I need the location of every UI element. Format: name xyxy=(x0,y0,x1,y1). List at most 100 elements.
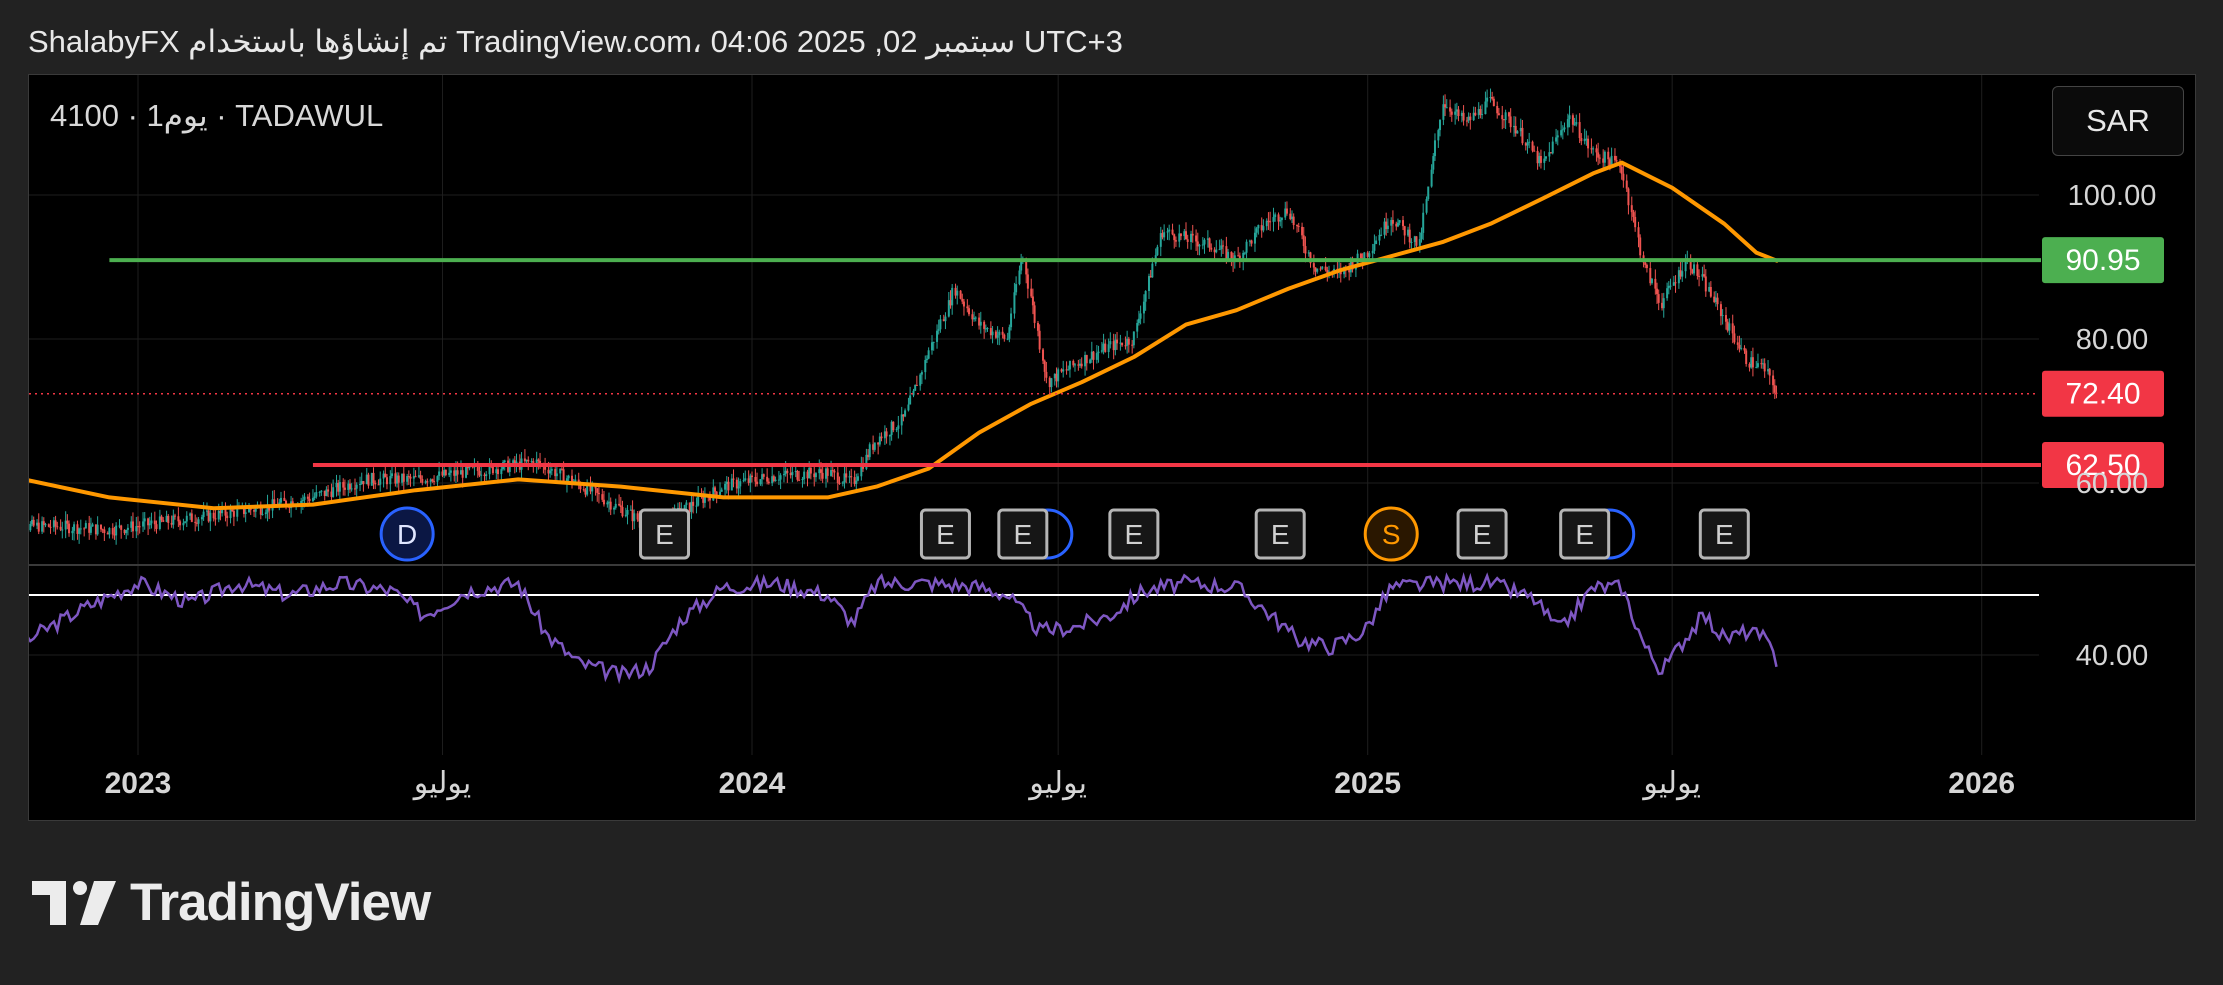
earnings-marker-label: E xyxy=(1715,519,1734,550)
candle xyxy=(1509,108,1512,133)
candle xyxy=(1484,91,1487,115)
candle xyxy=(786,468,789,483)
candle xyxy=(915,375,918,386)
candle xyxy=(209,506,212,532)
candle xyxy=(414,470,417,478)
candle xyxy=(1272,207,1275,232)
candle xyxy=(1269,211,1272,231)
candle xyxy=(814,472,817,482)
candle xyxy=(596,487,599,502)
candle xyxy=(1701,266,1704,281)
candle xyxy=(690,494,693,519)
candle xyxy=(609,497,612,516)
candle xyxy=(1501,105,1504,130)
candle xyxy=(1548,142,1551,162)
candle xyxy=(621,500,624,518)
candle xyxy=(279,491,282,504)
candle xyxy=(1147,273,1150,299)
candle xyxy=(1415,236,1418,249)
candle xyxy=(382,470,385,488)
candle xyxy=(103,526,106,541)
candle xyxy=(782,466,785,483)
x-tick-label: يوليو xyxy=(1641,767,1701,800)
currency-button[interactable]: SAR xyxy=(2052,86,2184,156)
candle xyxy=(125,529,128,540)
candle xyxy=(1237,246,1240,257)
candle xyxy=(409,473,412,487)
candle xyxy=(986,327,989,332)
candle xyxy=(1745,348,1748,367)
earnings-marker-label: E xyxy=(936,519,955,550)
candle xyxy=(108,527,111,539)
candle xyxy=(311,489,314,503)
price-chart-svg: 90.9562.5072.40100.0080.0060.00D E E E E E S E E… xyxy=(29,75,2195,800)
candle xyxy=(332,479,335,498)
candle xyxy=(131,512,134,539)
chart-area[interactable]: 90.95 62.50 72.40 100.00 80.00 60.00 D E E E E E S E E… xyxy=(28,74,2196,821)
candle xyxy=(49,519,52,534)
candle xyxy=(1751,347,1754,377)
candle xyxy=(1768,368,1771,385)
candle xyxy=(836,464,839,491)
candle xyxy=(1080,357,1083,369)
candle xyxy=(1203,238,1206,254)
candle xyxy=(930,335,933,355)
candle xyxy=(1514,116,1517,137)
candle xyxy=(224,502,227,522)
candle xyxy=(1543,151,1546,171)
candle xyxy=(1763,358,1766,378)
candle xyxy=(1213,247,1216,259)
candle xyxy=(355,482,358,499)
candle xyxy=(1068,360,1071,378)
candle xyxy=(1521,119,1524,146)
earnings-marker-label: E xyxy=(655,519,674,550)
candle xyxy=(1092,350,1095,370)
candle xyxy=(821,465,824,483)
x-tick-label: يوليو xyxy=(1027,767,1087,800)
candle xyxy=(1425,196,1428,215)
candle xyxy=(1719,301,1722,326)
candle xyxy=(1198,243,1201,256)
candle xyxy=(1030,278,1033,298)
candle xyxy=(618,494,621,507)
candle xyxy=(99,524,102,533)
candle xyxy=(1630,196,1633,221)
candle xyxy=(1065,361,1068,375)
candle xyxy=(236,499,239,522)
rsi-y-tick-label: 40.00 xyxy=(2076,640,2149,672)
candle xyxy=(979,311,982,334)
candle xyxy=(1531,140,1534,153)
candle xyxy=(944,312,947,330)
candle xyxy=(54,515,57,535)
candle xyxy=(1504,109,1507,130)
candle xyxy=(996,326,999,345)
candle xyxy=(1095,345,1098,364)
candle xyxy=(197,516,200,532)
candle xyxy=(402,465,405,492)
candle xyxy=(1563,122,1566,133)
candle xyxy=(1677,266,1680,289)
candle xyxy=(1639,234,1642,261)
candle xyxy=(1427,186,1430,201)
candle xyxy=(1190,230,1193,250)
candle xyxy=(259,501,262,520)
candle xyxy=(1296,224,1299,233)
candle xyxy=(1462,105,1465,126)
x-tick-label: 2023 xyxy=(105,767,172,800)
candle xyxy=(936,324,939,349)
earnings-marker-label: E xyxy=(1125,519,1144,550)
candle xyxy=(142,512,145,533)
candle xyxy=(1666,282,1669,301)
candle xyxy=(342,478,345,496)
candle xyxy=(1220,238,1223,257)
candle xyxy=(147,517,150,536)
tradingview-logo[interactable]: TradingView xyxy=(32,872,431,933)
candle xyxy=(1469,112,1472,130)
candle xyxy=(1587,135,1590,158)
candle xyxy=(1033,301,1036,329)
candle xyxy=(111,523,114,539)
symbol-label[interactable]: 4100 · 1يوم · TADAWUL xyxy=(50,98,383,134)
candle xyxy=(379,471,382,492)
tradingview-logo-text: TradingView xyxy=(130,873,431,932)
candle xyxy=(742,472,745,483)
